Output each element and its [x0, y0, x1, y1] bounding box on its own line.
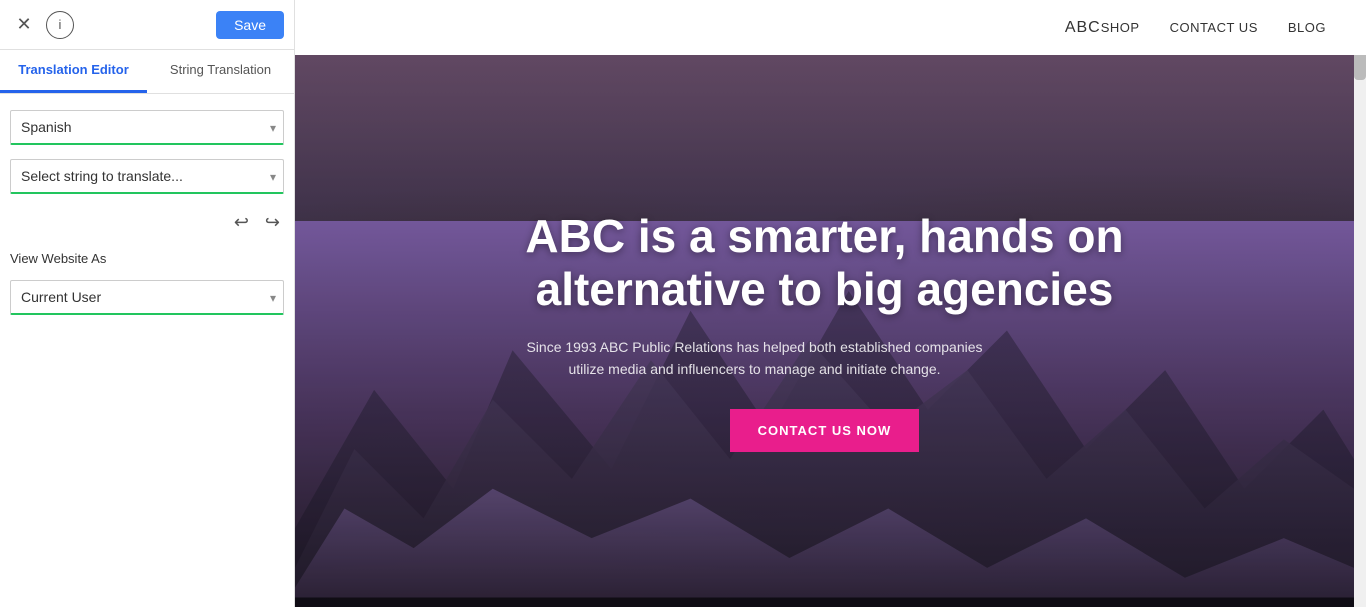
info-icon: i: [59, 17, 62, 32]
redo-button[interactable]: ↪: [261, 210, 284, 235]
view-as-select[interactable]: Current User Guest Administrator: [10, 280, 284, 315]
hero-title: ABC is a smarter, hands on alternative t…: [525, 210, 1125, 316]
undo-redo-bar: ↩ ↪: [10, 210, 284, 235]
nav-blog[interactable]: BLOG: [1288, 20, 1326, 35]
website-header: ABC SHOP CONTACT US BLOG: [295, 0, 1366, 55]
nav-contact[interactable]: CONTACT US: [1170, 20, 1258, 35]
left-panel: ✕ i Save Translation Editor String Trans…: [0, 0, 295, 607]
close-button[interactable]: ✕: [10, 11, 38, 39]
close-icon: ✕: [16, 14, 31, 35]
tab-bar: Translation Editor String Translation: [0, 50, 294, 94]
view-as-section: View Website As Current User Guest Admin…: [0, 251, 294, 315]
nav-shop[interactable]: SHOP: [1101, 20, 1140, 35]
right-panel: ABC SHOP CONTACT US BLOG: [295, 0, 1366, 607]
view-as-select-wrapper: Current User Guest Administrator ▾: [10, 280, 284, 315]
hero-subtitle: Since 1993 ABC Public Relations has help…: [525, 336, 985, 381]
save-button[interactable]: Save: [216, 11, 284, 39]
view-as-label: View Website As: [10, 251, 284, 266]
tab-translation-editor[interactable]: Translation Editor: [0, 50, 147, 93]
string-select-wrapper: Select string to translate... ▾: [10, 159, 284, 194]
site-logo: ABC: [1065, 19, 1101, 37]
tab-string-translation[interactable]: String Translation: [147, 50, 294, 93]
string-select[interactable]: Select string to translate...: [10, 159, 284, 194]
hero-section: ABC is a smarter, hands on alternative t…: [295, 55, 1354, 607]
scrollbar[interactable]: [1354, 0, 1366, 607]
top-bar: ✕ i Save: [0, 0, 294, 50]
undo-button[interactable]: ↩: [230, 210, 253, 235]
panel-content: Spanish French German Portuguese Italian…: [0, 94, 294, 251]
nav-links: SHOP CONTACT US BLOG: [1101, 20, 1326, 35]
hero-content: ABC is a smarter, hands on alternative t…: [525, 210, 1125, 452]
language-select[interactable]: Spanish French German Portuguese Italian: [10, 110, 284, 145]
language-select-wrapper: Spanish French German Portuguese Italian…: [10, 110, 284, 145]
hero-cta-button[interactable]: CONTACT US NOW: [730, 409, 920, 452]
info-button[interactable]: i: [46, 11, 74, 39]
